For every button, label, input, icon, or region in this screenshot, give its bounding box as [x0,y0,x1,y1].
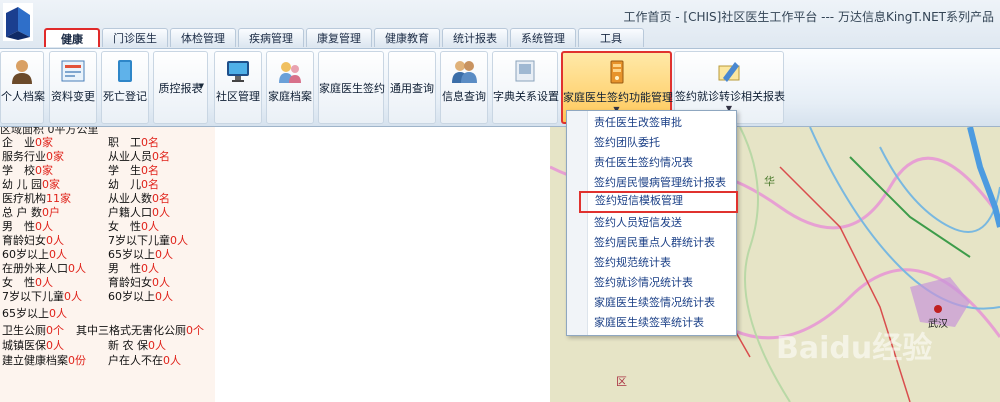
stat-over65: 65岁以上0人 [108,248,173,261]
watermark-text: Baidu经验 [776,331,933,366]
tab-outpatient-doctor[interactable]: 门诊医生 [102,28,168,47]
menu-item-sms-send[interactable]: 签约人员短信发送 [568,213,735,233]
stat-under7: 7岁以下儿童0人 [108,234,188,247]
stat-children: 幼 儿0名 [108,178,159,191]
app-logo-icon [3,3,33,41]
form-edit-icon [61,60,85,82]
menu-item-standard-report[interactable]: 签约规范统计表 [568,253,735,273]
stat-household-absent: 户在人不在0人 [108,354,181,367]
stat-male: 男 性0人 [2,220,53,233]
app-title: 工作首页 - [CHIS]社区医生工作平台 --- 万达信息KingT.NET系… [623,10,994,24]
stat-students: 学 生0名 [108,164,159,177]
tab-statistics-report[interactable]: 统计报表 [442,28,508,47]
stat-staff-count: 从业人数0名 [108,192,170,205]
stat-workers: 职 工0名 [108,136,159,149]
ribbon-toolbar: 个人档案 资料变更 死亡登记 质控报表 ▼ 社区管理 家庭档案 家庭医生签约 通… [0,48,1000,127]
tab-rehab-mgmt[interactable]: 康复管理 [306,28,372,47]
stat-migrant-under7: 7岁以下儿童0人 [2,290,82,303]
menu-item-doctor-sign-status[interactable]: 责任医生签约情况表 [568,153,735,173]
death-register-button[interactable]: 死亡登记 [101,51,149,124]
qc-report-dropdown-button[interactable]: 质控报表 ▼ [153,51,208,124]
stat-registered-pop: 户籍人口0人 [108,206,170,219]
tab-health-record[interactable]: 健康档案 [44,28,100,65]
stat-health-records: 建立健康档案0份 [2,354,86,367]
family-record-button[interactable]: 家庭档案 [266,51,314,124]
data-change-button[interactable]: 资料变更 [49,51,97,124]
image-doc-icon [515,60,535,82]
family-doctor-func-menu: 责任医生改签审批 签约团队委托 责任医生签约情况表 签约居民慢病管理统计报表 签… [566,110,738,336]
stat-over60: 60岁以上0人 [2,248,67,261]
stat-enterprise: 企 业0家 [2,136,53,149]
info-query-button[interactable]: 信息查询 [440,51,488,124]
menu-item-chronic-disease-report[interactable]: 签约居民慢病管理统计报表 [568,173,735,193]
stat-female: 女 性0人 [108,220,159,233]
community-mgmt-button[interactable]: 社区管理 [214,51,262,124]
stat-schools: 学 校0家 [2,164,53,177]
community-stats-panel: 区域面积 0平方公里 企 业0家 职 工0名 服务行业0家 从业人员0名 学 校… [0,127,215,402]
tab-disease-mgmt[interactable]: 疾病管理 [238,28,304,47]
stat-migrant-male: 男 性0人 [108,262,159,275]
menu-item-team-delegate[interactable]: 签约团队委托 [568,133,735,153]
stat-rural-insurance: 新 农 保0人 [108,339,166,352]
stat-urban-insurance: 城镇医保0人 [2,339,64,352]
stat-public-toilets: 卫生公厕0个 [2,324,64,337]
users-icon [452,61,477,83]
stat-service: 服务行业0家 [2,150,64,163]
stat-kindergarten: 幼 儿 园0家 [2,178,60,191]
stat-medical-org: 医疗机构11家 [2,192,71,205]
map-label-qu: 区 [616,375,627,388]
map-label-hua: 华 [764,175,775,188]
pen-edit-icon [718,62,740,82]
person-icon [12,60,32,84]
menu-item-reassign-approval[interactable]: 责任医生改签审批 [568,113,735,133]
menu-item-renewal-rate-report[interactable]: 家庭医生续签率统计表 [568,313,735,333]
server-icon [610,60,623,84]
monitor-icon [227,61,249,82]
stat-migrant-over60: 60岁以上0人 [108,290,173,303]
stat-migrant-pop: 在册外来人口0人 [2,262,86,275]
family-icon [279,62,301,83]
general-query-button[interactable]: 通用查询 [388,51,436,124]
tab-tools[interactable]: 工具 [578,28,644,47]
dropdown-arrow-icon: ▼ [198,82,204,90]
stat-employees: 从业人员0名 [108,150,170,163]
menu-item-renewal-status-report[interactable]: 家庭医生续签情况统计表 [568,293,735,313]
content-area [215,127,550,402]
stat-sanitary-toilets: 其中三格式无害化公厕0个 [76,324,204,337]
stat-migrant-female: 女 性0人 [2,276,53,289]
tab-system-mgmt[interactable]: 系统管理 [510,28,576,47]
stat-households: 总 户 数0户 [2,206,60,219]
menu-item-visit-report[interactable]: 签约就诊情况统计表 [568,273,735,293]
main-tabbar: 健康档案 门诊医生 体检管理 疾病管理 康复管理 健康教育 统计报表 系统管理 … [44,28,646,65]
menu-item-sms-template-mgmt[interactable]: 签约短信模板管理 [579,191,738,213]
tab-physical-exam[interactable]: 体检管理 [170,28,236,47]
book-icon [118,60,132,82]
stat-migrant-childbearing: 育龄妇女0人 [108,276,170,289]
family-doctor-sign-button[interactable]: 家庭医生签约 [318,51,385,124]
dict-setting-button[interactable]: 字典关系设置 [492,51,559,124]
personal-record-button[interactable]: 个人档案 [0,51,45,124]
stat-migrant-over65: 65岁以上0人 [2,307,67,320]
stat-childbearing-women: 育龄妇女0人 [2,234,64,247]
tab-health-education[interactable]: 健康教育 [374,28,440,47]
app-header: 工作首页 - [CHIS]社区医生工作平台 --- 万达信息KingT.NET系… [0,0,1000,65]
menu-item-key-population-report[interactable]: 签约居民重点人群统计表 [568,233,735,253]
